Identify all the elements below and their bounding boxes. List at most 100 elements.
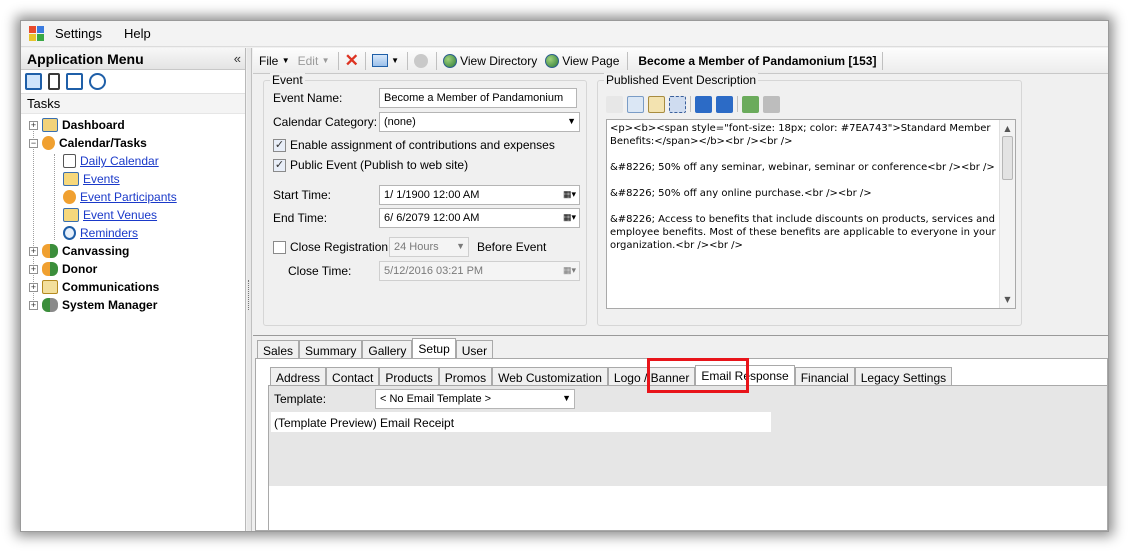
- calendar-category-select[interactable]: (none) ▼: [379, 112, 580, 132]
- collapse-icon[interactable]: −: [29, 138, 38, 148]
- settings-people-icon: [42, 298, 58, 312]
- end-time-label: End Time:: [273, 211, 328, 225]
- description-paragraph: <p><b><span style="font-size: 18px; colo…: [610, 123, 991, 147]
- record-title: Become a Member of Pandamonium [153]: [638, 53, 877, 68]
- public-event-checkbox[interactable]: ✓ Public Event (Publish to web site): [273, 158, 468, 172]
- menu-settings[interactable]: Settings: [55, 26, 102, 41]
- chevron-down-icon: ▼: [567, 116, 576, 126]
- checkbox-checked-icon: ✓: [273, 158, 286, 172]
- tab-financial[interactable]: Financial: [794, 367, 855, 386]
- scrollbar-thumb: [1002, 136, 1013, 180]
- main-tab-strip: Sales Summary Gallery Setup User: [257, 338, 494, 359]
- close-time-picker[interactable]: 5/12/2016 03:21 PM ▦▾: [379, 261, 580, 281]
- template-preview-text: (Template Preview) Email Receipt: [271, 412, 771, 432]
- person-icon: [42, 136, 55, 150]
- expand-icon[interactable]: +: [29, 300, 38, 310]
- tab-promos[interactable]: Promos: [438, 367, 493, 386]
- event-name-field[interactable]: Become a Member of Pandamonium: [379, 88, 577, 108]
- stopwatch-icon: [63, 226, 76, 240]
- view-page-button[interactable]: View Page: [545, 53, 619, 68]
- expand-icon[interactable]: +: [29, 120, 38, 130]
- tree-node-canvassing[interactable]: + Canvassing: [21, 242, 245, 260]
- enable-assignment-checkbox[interactable]: ✓ Enable assignment of contributions and …: [273, 138, 555, 152]
- spellcheck-icon[interactable]: [742, 95, 759, 113]
- email-template-select[interactable]: < No Email Template > ▼: [375, 389, 575, 409]
- delete-icon[interactable]: ✕: [345, 51, 359, 71]
- tree-node-donor[interactable]: + Donor: [21, 260, 245, 278]
- expand-icon[interactable]: +: [29, 246, 38, 256]
- tab-summary[interactable]: Summary: [299, 340, 363, 359]
- cut-icon[interactable]: [606, 95, 623, 113]
- expand-icon[interactable]: +: [29, 282, 38, 292]
- edit-menu-button[interactable]: Edit ▼: [298, 54, 330, 68]
- windows-icon[interactable]: [66, 73, 83, 90]
- menu-help[interactable]: Help: [124, 26, 151, 41]
- tree-node-daily-calendar[interactable]: Daily Calendar: [21, 152, 245, 170]
- checkbox-checked-icon: ✓: [273, 138, 286, 152]
- globe-icon: [443, 53, 458, 68]
- collapse-panel-button[interactable]: «: [234, 51, 241, 66]
- highlight-box: [647, 358, 749, 393]
- file-menu-button[interactable]: File ▼: [259, 54, 290, 68]
- start-time-picker[interactable]: 1/ 1/1900 12:00 AM ▦▾: [379, 185, 580, 205]
- help-icon[interactable]: [414, 53, 429, 68]
- tab-sales[interactable]: Sales: [257, 340, 300, 359]
- panel-splitter[interactable]: [247, 48, 252, 531]
- tree-node-event-participants[interactable]: Event Participants: [21, 188, 245, 206]
- menu-view-switcher: [21, 70, 245, 94]
- end-time-picker[interactable]: 6/ 6/2079 12:00 AM ▦▾: [379, 208, 580, 228]
- close-registration-checkbox[interactable]: Close Registration: [273, 240, 388, 254]
- view-directory-button[interactable]: View Directory: [443, 53, 537, 68]
- tree-node-calendar-tasks[interactable]: − Calendar/Tasks: [21, 134, 245, 152]
- tree-view-icon[interactable]: [48, 73, 60, 90]
- tree-node-system-manager[interactable]: + System Manager: [21, 296, 245, 314]
- clock-icon[interactable]: [89, 73, 106, 90]
- tree-node-event-venues[interactable]: Event Venues: [21, 206, 245, 224]
- copy-icon[interactable]: [627, 95, 644, 113]
- dashboard-icon: [42, 118, 58, 132]
- tree-node-dashboard[interactable]: + Dashboard: [21, 116, 245, 134]
- tab-legacy-settings[interactable]: Legacy Settings: [854, 367, 953, 386]
- redo-icon[interactable]: [716, 95, 733, 113]
- description-paragraph: &#8226; Access to benefits that include …: [610, 214, 996, 251]
- event-upper-section: Event Event Name: Become a Member of Pan…: [253, 73, 1108, 336]
- calendar-icon: [63, 154, 76, 168]
- tab-address[interactable]: Address: [270, 367, 327, 386]
- tree-node-events[interactable]: Events: [21, 170, 245, 188]
- print-icon[interactable]: [763, 95, 780, 113]
- event-group: Event Event Name: Become a Member of Pan…: [263, 73, 587, 326]
- tab-gallery[interactable]: Gallery: [362, 340, 413, 359]
- grid-icon: [63, 208, 79, 222]
- grid-icon: [63, 172, 79, 186]
- undo-icon[interactable]: [695, 95, 712, 113]
- published-description-title: Published Event Description: [604, 73, 759, 87]
- tab-setup[interactable]: Setup: [412, 338, 456, 359]
- tab-user[interactable]: User: [455, 340, 494, 359]
- chevron-down-icon: ▼: [456, 241, 465, 251]
- calendar-category-label: Calendar Category:: [273, 115, 378, 129]
- tab-contact[interactable]: Contact: [326, 367, 380, 386]
- expand-icon[interactable]: +: [29, 264, 38, 274]
- tree-node-communications[interactable]: + Communications: [21, 278, 245, 296]
- tab-products[interactable]: Products: [379, 367, 439, 386]
- description-html-editor[interactable]: <p><b><span style="font-size: 18px; colo…: [606, 119, 1016, 309]
- list-view-icon[interactable]: [25, 73, 42, 90]
- event-name-label: Event Name:: [273, 91, 343, 105]
- globe-icon: [545, 53, 560, 68]
- people-icon: [42, 244, 58, 258]
- paste-icon[interactable]: [648, 95, 665, 113]
- description-paragraph: &#8226; 50% off any seminar, webinar, se…: [610, 162, 995, 173]
- select-all-icon[interactable]: [669, 95, 686, 113]
- tasks-label: Tasks: [21, 94, 245, 114]
- tab-web-customization[interactable]: Web Customization: [492, 367, 608, 386]
- start-time-label: Start Time:: [273, 188, 332, 202]
- editor-toolbar: [606, 93, 780, 115]
- close-time-label: Close Time:: [288, 264, 352, 278]
- close-registration-select[interactable]: 24 Hours ▼: [389, 237, 469, 257]
- view-dropdown-button[interactable]: ▼: [371, 54, 399, 68]
- application-window: Settings Help Application Menu « Tasks +…: [20, 20, 1109, 532]
- description-scrollbar[interactable]: ▲ ▼: [999, 120, 1015, 308]
- tree-node-reminders[interactable]: Reminders: [21, 224, 245, 242]
- calendar-dropdown-icon: ▦▾: [562, 189, 576, 199]
- published-description-group: Published Event Description <p><b><span …: [597, 73, 1022, 326]
